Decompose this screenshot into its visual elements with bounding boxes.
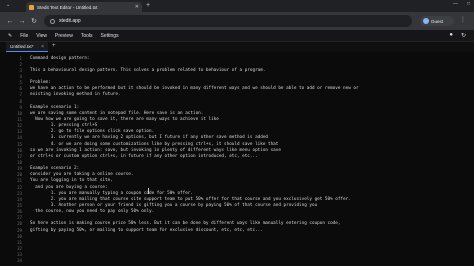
line-text: Example scenario 1: xyxy=(30,104,80,110)
line-text: 2. you are mailing that course site supp… xyxy=(30,196,351,202)
file-tab-name: Untitled.txt* xyxy=(10,44,34,49)
line-text: we have an action to be performed but it… xyxy=(30,86,359,92)
github-icon[interactable]: ● xyxy=(449,32,453,39)
line-number: 17 xyxy=(17,153,22,159)
line-text: existing invoking method in future. xyxy=(30,92,121,98)
line-number: 11 xyxy=(17,116,22,122)
file-tab[interactable]: Untitled.txt* × xyxy=(6,42,48,52)
window-controls: — □ xyxy=(453,1,470,7)
line-number: 7 xyxy=(19,92,22,98)
line-number: 1 xyxy=(19,55,22,61)
line-number: 8 xyxy=(19,98,22,104)
line-text: This a behavioural design pattern. This … xyxy=(30,67,266,73)
line-text: or ctrl+s or custom option ctrl+s, in fu… xyxy=(30,153,258,159)
line-text: consider you are taking a online course. xyxy=(30,172,134,178)
line-number: 13 xyxy=(17,129,22,135)
line-number: 26 xyxy=(17,209,22,215)
line-number: 5 xyxy=(19,80,22,86)
line-text: Example scenario 2: xyxy=(30,166,80,172)
line-number: 28 xyxy=(17,221,22,227)
close-icon[interactable]: × xyxy=(41,44,44,50)
profile-button[interactable]: Guest xyxy=(420,16,454,26)
line-number: 15 xyxy=(17,141,22,147)
stedit-favicon-icon xyxy=(29,4,34,10)
line-text: 3. Another person or your friend is gift… xyxy=(30,202,318,208)
editor-line[interactable]: 34 xyxy=(0,258,474,264)
refresh-icon[interactable]: ↻ xyxy=(461,32,466,39)
line-number: 22 xyxy=(17,184,22,190)
line-number: 18 xyxy=(17,159,22,165)
avatar-icon xyxy=(423,18,429,24)
line-text: So here action is making course price 50… xyxy=(30,221,341,227)
line-number: 27 xyxy=(17,215,22,221)
line-number: 4 xyxy=(19,73,22,79)
tab-search-icon[interactable]: ⌄ xyxy=(6,2,10,8)
line-text: 3. currently we are having 2 options, bu… xyxy=(30,135,268,141)
line-number: 2 xyxy=(19,61,22,67)
address-bar[interactable]: stedit.app xyxy=(44,15,412,27)
text-editor[interactable]: 1 Command design pattern: 2 3 This a behavio… xyxy=(0,52,474,266)
line-number: 34 xyxy=(17,258,22,264)
line-number: 25 xyxy=(17,202,22,208)
url-text: stedit.app xyxy=(59,18,81,24)
profile-label: Guest xyxy=(431,18,444,24)
menu-settings[interactable]: Settings xyxy=(101,33,119,39)
line-number: 14 xyxy=(17,135,22,141)
site-info-icon[interactable] xyxy=(50,18,55,24)
line-number: 32 xyxy=(17,245,22,251)
line-text: and you are buying a course: xyxy=(30,184,108,190)
line-number: 12 xyxy=(17,123,22,129)
menu-view[interactable]: View xyxy=(36,33,47,39)
line-text: 2. go to file options click save option. xyxy=(30,129,155,135)
menubar-actions: ● ↻ xyxy=(449,32,466,39)
file-tabbar: Untitled.txt* × + xyxy=(0,42,474,52)
browser-toolbar: ← → ↻ stedit.app Guest ⋮ xyxy=(0,12,474,30)
menu-preview[interactable]: Preview xyxy=(55,33,73,39)
line-number: 10 xyxy=(17,110,22,116)
app-logo-icon: ✎ xyxy=(8,32,13,39)
line-text: Command design pattern: xyxy=(30,55,90,61)
menu-tools[interactable]: Tools xyxy=(81,33,93,39)
line-number: 16 xyxy=(17,147,22,153)
add-file-icon[interactable]: + xyxy=(52,43,56,49)
forward-icon[interactable]: → xyxy=(16,18,28,25)
line-number: 6 xyxy=(19,86,22,92)
line-number: 31 xyxy=(17,239,22,245)
browser-tab[interactable]: Stedit Text Editor - Untitled.txt ✕ xyxy=(26,2,142,12)
line-text: You are logging in to that site, xyxy=(30,178,113,184)
browser-tabstrip: ⌄ Stedit Text Editor - Untitled.txt ✕ + … xyxy=(0,0,474,12)
line-number: 30 xyxy=(17,233,22,239)
line-text: so we are invoking 1 action: save, but i… xyxy=(30,147,281,153)
line-text: the course, now you need to pay only 50%… xyxy=(30,209,155,215)
line-number: 3 xyxy=(19,67,22,73)
tab-title: Stedit Text Editor - Untitled.txt xyxy=(37,4,98,10)
app-menubar: ✎ File View Preview Tools Settings ● ↻ xyxy=(0,30,474,42)
line-number: 20 xyxy=(17,172,22,178)
reload-icon[interactable]: ↻ xyxy=(28,17,40,25)
line-number: 23 xyxy=(17,190,22,196)
close-icon[interactable]: ✕ xyxy=(135,4,139,10)
line-text: 1. you are manually typing a coupon code… xyxy=(30,190,193,196)
line-text: gifting by paying 50%, or mailing to sup… xyxy=(30,227,263,233)
line-text: we are saving some content in notepad fi… xyxy=(30,110,204,116)
line-text: Problem: xyxy=(30,80,51,86)
line-number: 19 xyxy=(17,166,22,172)
menu-file[interactable]: File xyxy=(20,33,28,39)
line-text: 1. pressing ctrl+S xyxy=(30,123,98,129)
kebab-icon[interactable]: ⋮ xyxy=(460,16,466,23)
line-text: Now how we are going to save it, there a… xyxy=(30,116,219,122)
new-tab-icon[interactable]: + xyxy=(146,2,150,10)
back-icon[interactable]: ← xyxy=(4,18,16,25)
minimize-icon[interactable]: — xyxy=(453,1,458,7)
line-number: 29 xyxy=(17,227,22,233)
line-number: 21 xyxy=(17,178,22,184)
line-number: 24 xyxy=(17,196,22,202)
maximize-icon[interactable]: □ xyxy=(467,1,470,7)
line-number: 9 xyxy=(19,104,22,110)
line-number: 33 xyxy=(17,252,22,258)
text-cursor xyxy=(148,188,149,194)
line-text: 4. or we are doing some customizations l… xyxy=(30,141,279,147)
